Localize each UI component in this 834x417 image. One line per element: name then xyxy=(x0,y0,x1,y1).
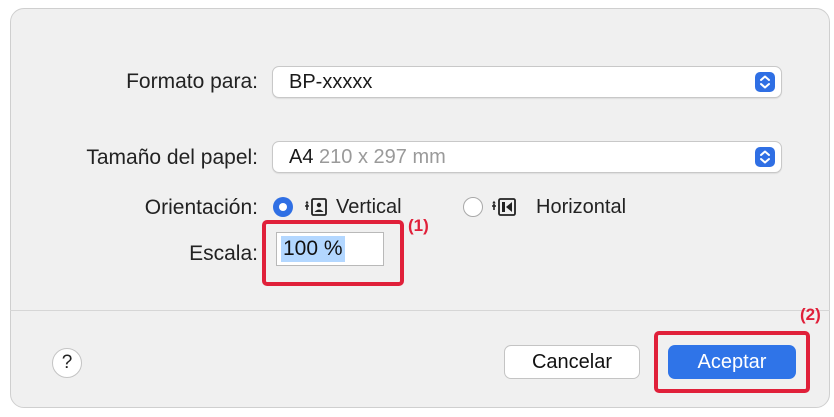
format-for-popup[interactable]: BP-xxxxx xyxy=(272,66,782,98)
paper-size-label: Tamaño del papel: xyxy=(86,146,258,169)
divider xyxy=(10,310,830,311)
help-button[interactable]: ? xyxy=(52,348,82,378)
paper-size-popup[interactable]: A4 210 x 297 mm xyxy=(272,141,782,173)
paper-size-value: A4 210 x 297 mm xyxy=(289,146,446,169)
chevron-updown-icon xyxy=(755,72,775,92)
format-for-label: Formato para: xyxy=(126,70,258,93)
highlight-box-ok xyxy=(654,331,810,393)
paper-size-main: A4 xyxy=(289,146,314,168)
callout-2: (2) xyxy=(800,305,821,324)
horizontal-label: Horizontal xyxy=(536,196,627,218)
paper-size-detail: 210 x 297 mm xyxy=(319,146,446,168)
portrait-orientation-icon xyxy=(305,198,327,216)
format-for-value: BP-xxxxx xyxy=(289,71,373,93)
scale-label: Escala: xyxy=(189,242,258,265)
orientation-label: Orientación: xyxy=(144,196,258,219)
highlight-box-scale xyxy=(262,220,404,286)
radio-vertical[interactable] xyxy=(273,197,293,217)
chevron-updown-icon xyxy=(755,147,775,167)
radio-horizontal[interactable] xyxy=(463,197,483,217)
landscape-orientation-icon xyxy=(492,198,516,216)
cancel-button[interactable]: Cancelar xyxy=(504,345,640,379)
callout-1: (1) xyxy=(408,216,429,235)
vertical-label: Vertical xyxy=(336,196,402,218)
